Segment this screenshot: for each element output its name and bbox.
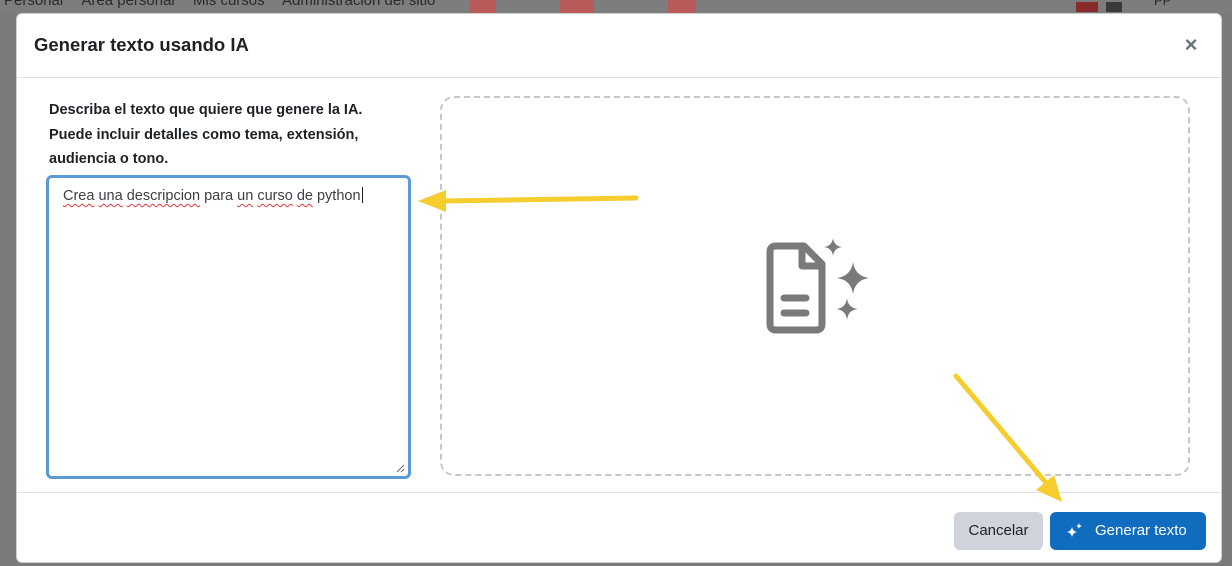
background-nav-item: Administración del sitio bbox=[281, 0, 436, 9]
background-logo-part bbox=[560, 0, 594, 14]
prompt-word: de bbox=[296, 188, 313, 204]
prompt-word: Crea bbox=[63, 188, 95, 204]
generate-text-modal: Generar texto usando IA × Describa el te… bbox=[16, 13, 1222, 563]
generate-text-button[interactable]: Generar texto bbox=[1050, 512, 1206, 550]
background-nav-item: Área personal bbox=[81, 0, 175, 9]
generated-text-preview-area bbox=[440, 96, 1190, 476]
prompt-word: python bbox=[316, 188, 361, 204]
prompt-word: un bbox=[237, 188, 254, 204]
prompt-word: para bbox=[204, 188, 234, 204]
text-cursor bbox=[361, 187, 363, 203]
prompt-textarea[interactable]: Crea una descripcion para un curso de py… bbox=[46, 175, 411, 479]
background-logo-part bbox=[470, 0, 496, 14]
background-nav-item: Personal bbox=[4, 0, 64, 9]
prompt-instructions: Describa el texto que quiere que genere … bbox=[49, 102, 363, 167]
prompt-word: descripcion bbox=[126, 188, 201, 204]
background-flag-icon bbox=[1076, 2, 1098, 12]
background-user-initials: PP bbox=[1154, 0, 1172, 8]
resize-handle-icon[interactable] bbox=[396, 464, 405, 473]
modal-title: Generar texto usando IA bbox=[34, 34, 249, 55]
prompt-text: Crea una descripcion para un curso de py… bbox=[63, 187, 363, 204]
cancel-button[interactable]: Cancelar bbox=[954, 512, 1043, 550]
background-nav-links: Personal Área personal Mis cursos Admini… bbox=[4, 0, 449, 9]
background-logo-part bbox=[668, 0, 696, 14]
generate-button-label: Generar texto bbox=[1095, 522, 1187, 539]
sparkle-icon bbox=[1067, 523, 1082, 537]
prompt-word: curso bbox=[257, 188, 293, 204]
background-navbar: Personal Área personal Mis cursos Admini… bbox=[0, 0, 1232, 14]
modal-footer: Cancelar Generar texto bbox=[17, 492, 1221, 562]
background-notification-icon bbox=[1106, 2, 1122, 12]
ai-document-sparkle-icon bbox=[766, 238, 869, 334]
modal-header: Generar texto usando IA × bbox=[17, 14, 1221, 78]
close-icon[interactable]: × bbox=[1181, 34, 1201, 58]
prompt-word: una bbox=[98, 188, 123, 204]
background-nav-item: Mis cursos bbox=[192, 0, 265, 9]
